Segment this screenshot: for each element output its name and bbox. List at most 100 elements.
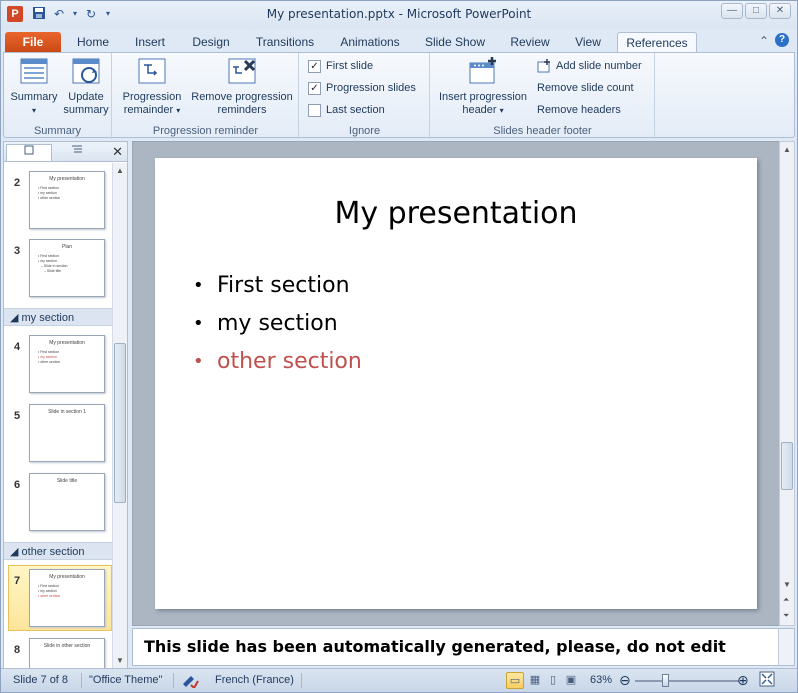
tab-review[interactable]: Review [501,32,559,53]
fit-to-window-icon[interactable] [759,671,775,690]
tab-animations[interactable]: Animations [331,32,409,53]
summary-button[interactable]: Summary ▾ [8,55,60,117]
slide-editing-area: My presentation • First section • my secti… [132,141,780,626]
slide-thumbnail[interactable]: Slide in other section [29,638,105,668]
add-slide-number-icon [537,59,550,73]
ribbon: Summary ▾ Update summary Summary Progres… [3,52,795,139]
normal-view-icon[interactable]: ▭ [506,672,524,689]
slide-bullet-list[interactable]: • First section • my section • other sectio… [193,266,362,380]
slide-thumbnail[interactable]: Plan • First section • my section – Slid… [29,239,105,297]
scroll-up-icon[interactable]: ▲ [783,145,791,154]
slide-sorter-view-icon[interactable]: ▦ [526,672,544,689]
scroll-down-icon[interactable]: ▼ [783,580,791,589]
bullet-item-highlighted: • other section [193,348,362,374]
notes-text[interactable]: This slide has been automatically genera… [144,637,726,656]
notes-scrollbar[interactable] [778,629,794,665]
slide-thumbnail[interactable]: My presentation • First section • my sec… [29,569,105,627]
remove-progression-icon [226,55,258,87]
reading-view-icon[interactable]: ▯ [544,672,562,689]
slides-panel-scrollbar[interactable]: ▲ ▼ [112,163,127,668]
progression-remainder-icon [136,55,168,87]
help-icon[interactable]: ? [775,33,789,47]
remove-progression-reminders-button[interactable]: Remove progression reminders [189,55,295,117]
slide-number: 4 [14,341,21,353]
scrollbar-thumb[interactable] [781,442,793,490]
thumbnail-line: – Slide title [44,269,62,273]
progression-slides-check-icon[interactable]: ✓ [308,81,321,95]
remove-slide-count-label: Remove slide count [537,82,634,94]
slides-header-footer-group-label: Slides header footer [493,125,592,137]
section-header-other-section[interactable]: ◢ other section [4,542,112,560]
tab-slideshow[interactable]: Slide Show [417,32,493,53]
insert-header-dropdown-icon: ▾ [499,106,504,115]
insert-progression-header-button[interactable]: Insert progression header ▾ [433,55,533,117]
status-divider [301,673,302,688]
update-summary-button[interactable]: Update summary [60,55,112,117]
slide-position-indicator[interactable]: Slide 7 of 8 [13,674,68,686]
scrollbar-thumb[interactable] [114,343,126,503]
progression-slides-checkbox[interactable]: ✓ Progression slides [308,79,416,97]
language-indicator[interactable]: French (France) [215,674,294,686]
remove-headers-button[interactable]: Remove headers [537,101,621,119]
bullet-item: • First section [193,272,350,298]
spell-check-icon[interactable] [181,672,199,691]
tab-references[interactable]: References [617,32,697,53]
slide-thumbnail[interactable]: Slide title [29,473,105,531]
slide-area-scrollbar[interactable]: ▲ ▼ ⏶ ⏷ [779,141,795,626]
add-slide-number-button[interactable]: Add slide number [537,57,642,75]
zoom-slider-thumb[interactable] [662,674,669,687]
ignore-group: ✓ First slide ✓ Progression slides Last … [300,53,430,139]
next-slide-icon[interactable]: ⏷ [783,611,789,621]
notes-pane[interactable]: This slide has been automatically genera… [132,628,795,666]
remove-progression-label-1: Remove progression [191,91,293,103]
slide-thumbnail[interactable]: My presentation • First section • my sec… [29,171,105,229]
tab-transitions[interactable]: Transitions [247,32,323,53]
update-summary-label-2: summary [63,104,109,116]
remove-slide-count-button[interactable]: Remove slide count [537,79,634,97]
slide-number: 6 [14,479,21,491]
close-panel-icon[interactable]: ✕ [112,144,123,160]
last-section-checkbox[interactable]: Last section [308,101,385,119]
thumbnail-title: Slide in other section [43,643,91,649]
summary-label: Summary [10,91,58,103]
outline-tab[interactable] [54,144,100,161]
last-section-label: Last section [326,104,385,116]
slideshow-view-icon[interactable]: ▣ [562,672,580,689]
first-slide-check-icon[interactable]: ✓ [308,59,321,73]
scroll-up-icon[interactable]: ▲ [116,166,124,175]
update-summary-icon [70,55,102,87]
insert-header-icon [467,55,499,87]
maximize-button[interactable]: □ [745,3,767,19]
theme-indicator[interactable]: "Office Theme" [89,674,162,686]
tab-design[interactable]: Design [183,32,239,53]
current-slide[interactable]: My presentation • First section • my secti… [155,158,757,609]
tab-home[interactable]: Home [67,32,119,53]
slide-title[interactable]: My presentation [155,196,757,231]
minimize-button[interactable]: — [721,3,743,19]
slide-thumbnail[interactable]: Slide in section 1 [29,404,105,462]
zoom-in-icon[interactable]: ⊕ [737,672,749,689]
tab-insert[interactable]: Insert [123,32,177,53]
slide-thumbnail-list: 2 My presentation • First section • my s… [4,163,112,668]
zoom-slider-track[interactable] [635,680,739,682]
last-section-check-icon[interactable] [308,103,321,117]
slide-thumbnail[interactable]: My presentation • First section • my sec… [29,335,105,393]
progression-remainder-button[interactable]: Progression remainder ▾ [117,55,187,117]
zoom-out-icon[interactable]: ⊖ [619,672,631,689]
scroll-down-icon[interactable]: ▼ [116,656,124,665]
zoom-level[interactable]: 63% [590,674,612,686]
slides-tab[interactable] [6,144,52,161]
minimize-ribbon-icon[interactable]: ⌃ [759,34,769,48]
tab-view[interactable]: View [565,32,611,53]
close-button[interactable]: ✕ [769,3,791,19]
previous-slide-icon[interactable]: ⏶ [783,595,789,605]
status-divider [81,673,82,688]
thumbnail-line: • other section [38,360,61,364]
slide-number: 8 [14,644,21,656]
title-bar: P ↶ ▾ ↻ ▾ My presentation.pptx - Microso… [1,1,797,29]
ribbon-tabs: File Home Insert Design Transitions Anim… [1,29,797,53]
section-header-my-section[interactable]: ◢ my section [4,308,112,326]
tab-file[interactable]: File [5,32,61,53]
first-slide-checkbox[interactable]: ✓ First slide [308,57,373,75]
window-title: My presentation.pptx - Microsoft PowerPo… [266,7,532,21]
